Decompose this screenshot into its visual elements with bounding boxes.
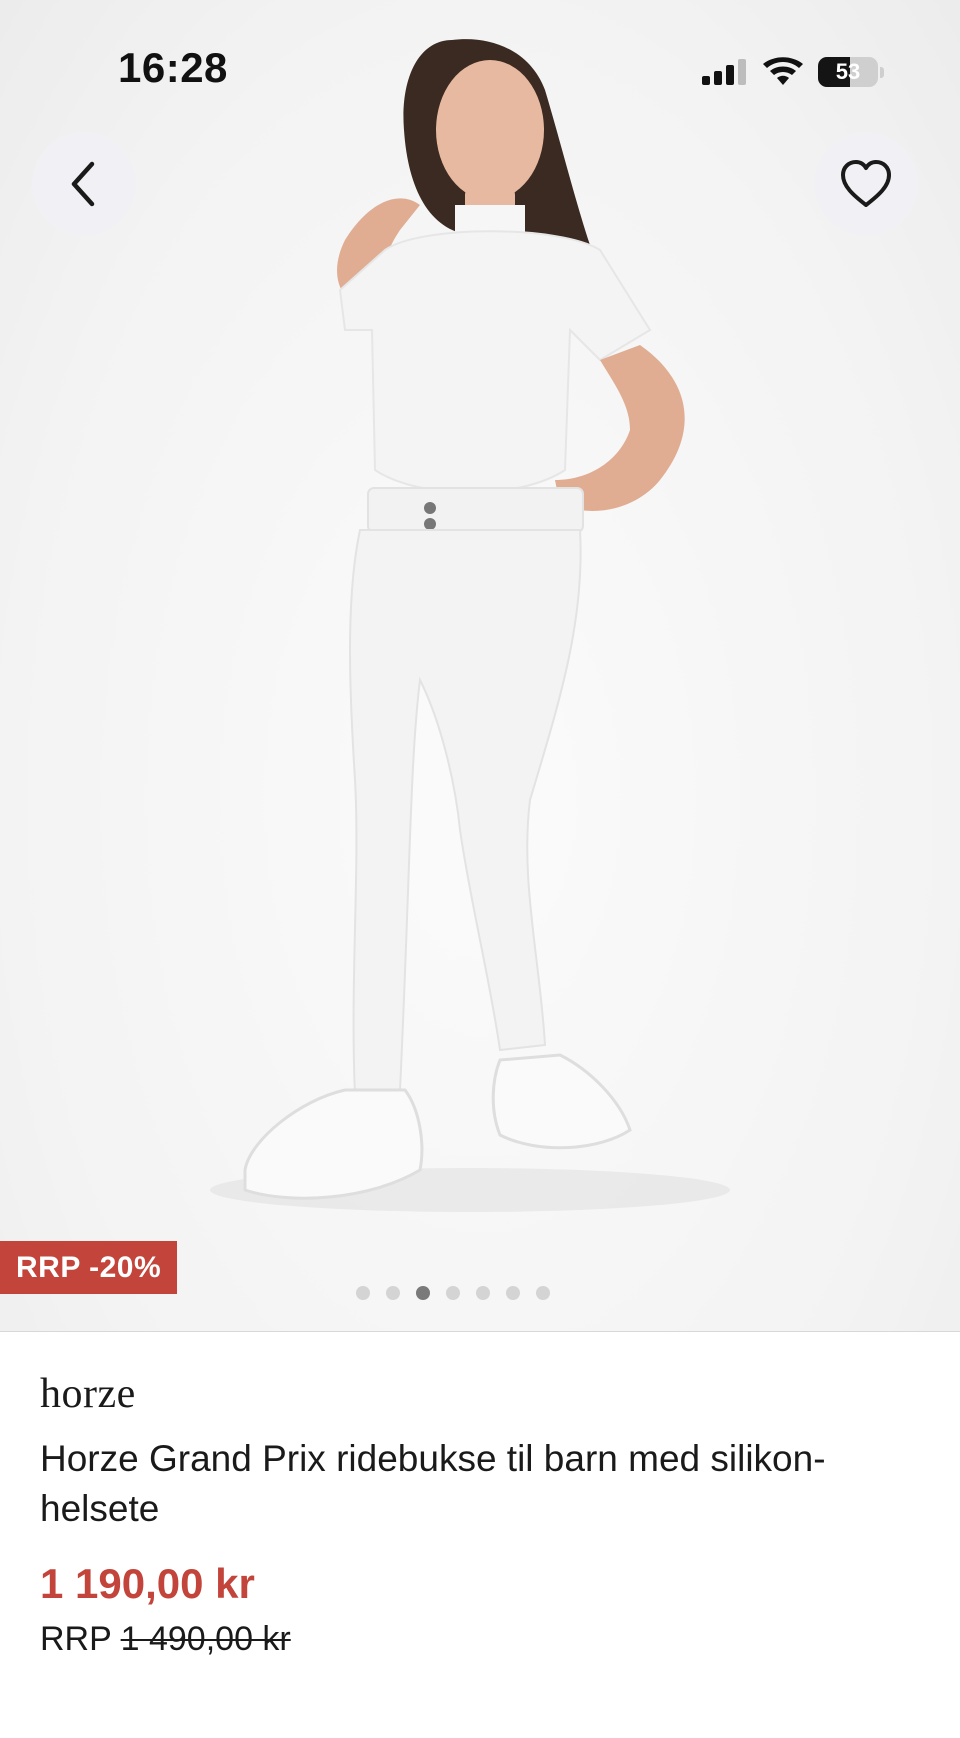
pager-dot[interactable] — [475, 1286, 490, 1300]
signal-icon — [702, 59, 746, 85]
divider — [0, 1331, 960, 1332]
battery-icon: 53 — [818, 57, 878, 87]
rrp-price: 1 490,00 kr — [120, 1620, 291, 1658]
image-pager — [0, 1286, 960, 1302]
sale-price: 1 190,00 kr — [40, 1560, 255, 1607]
rrp-price-row: RRP 1 490,00 kr — [40, 1620, 920, 1659]
battery-cap — [880, 66, 884, 78]
pager-dot[interactable] — [355, 1286, 370, 1300]
pager-dot[interactable] — [415, 1286, 430, 1300]
battery-level-text: 53 — [835, 59, 861, 84]
pager-dot[interactable] — [445, 1286, 460, 1300]
pager-dot[interactable] — [535, 1286, 550, 1300]
chevron-left-icon — [71, 161, 95, 207]
product-page: 16:28 53 RRP -20% horze Horze Grand Prix… — [0, 0, 960, 1738]
pager-dots — [355, 1286, 550, 1302]
product-title: Horze Grand Prix ridebukse til barn med … — [40, 1438, 826, 1529]
status-time: 16:28 — [118, 44, 228, 91]
favorite-button[interactable] — [814, 132, 918, 236]
brand-name[interactable]: horze — [40, 1370, 920, 1418]
pager-dot[interactable] — [385, 1286, 400, 1300]
status-bar: 16:28 53 — [0, 0, 960, 140]
back-button[interactable] — [32, 132, 136, 236]
heart-outline-icon — [841, 160, 891, 207]
wifi-icon — [763, 57, 803, 85]
pager-dot[interactable] — [505, 1286, 520, 1300]
rrp-label: RRP — [40, 1620, 112, 1658]
status-icons: 53 — [702, 52, 884, 92]
product-info: horze Horze Grand Prix ridebukse til bar… — [40, 1370, 920, 1659]
